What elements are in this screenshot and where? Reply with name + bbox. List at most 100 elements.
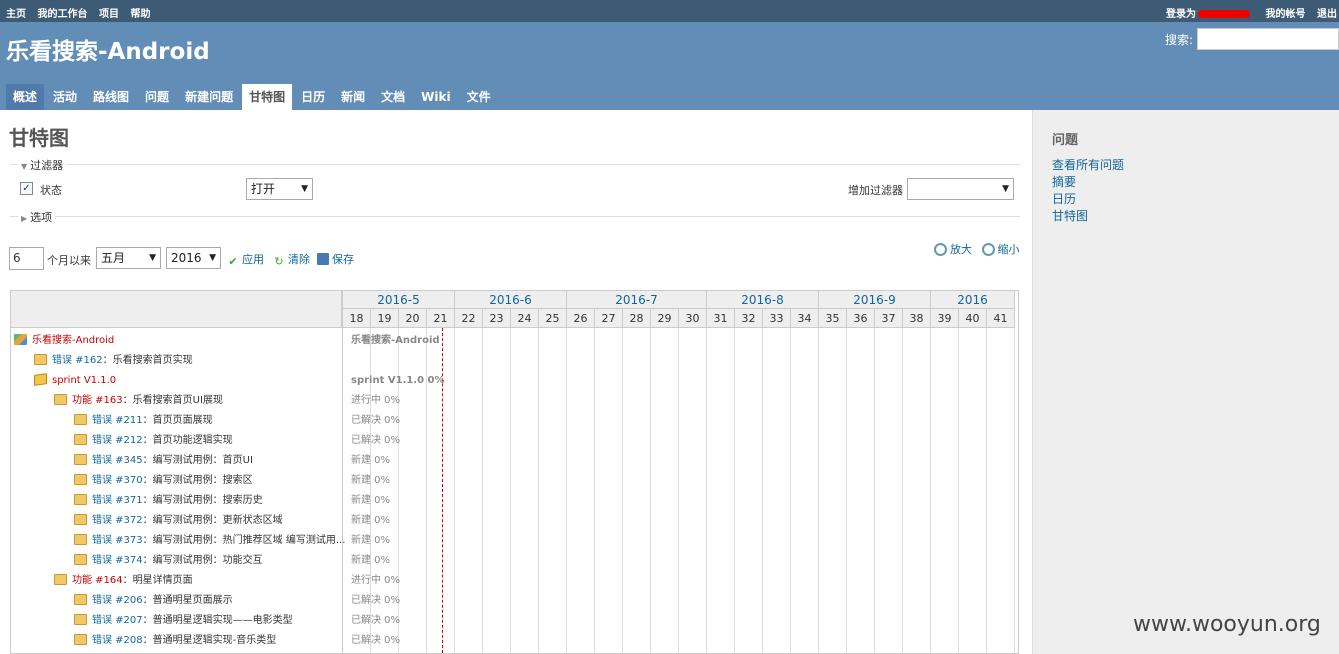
- issue-link[interactable]: 功能 #164: [72, 575, 123, 586]
- top-link-home[interactable]: 主页: [6, 9, 26, 20]
- top-link-logout[interactable]: 退出: [1317, 9, 1337, 20]
- gantt-chart: 乐看搜索-Android 错误 #162 ： 乐看搜索首页实现 sprint V1.1.…: [10, 290, 1019, 654]
- tab-roadmap[interactable]: 路线图: [86, 84, 136, 110]
- dropdown-arrow-icon: ▼: [1002, 184, 1009, 194]
- tab-new-issue[interactable]: 新建问题: [178, 84, 240, 110]
- gantt-bar-label: 新建 0%: [351, 495, 391, 506]
- month-select[interactable]: 五月 ▼: [96, 247, 161, 269]
- week-gridline: [678, 328, 679, 653]
- zoom-out-link[interactable]: 缩小: [981, 243, 1020, 256]
- week-gridline: [846, 328, 847, 653]
- year-select[interactable]: 2016 ▼: [166, 247, 221, 269]
- top-link-my-page[interactable]: 我的工作台: [37, 9, 87, 20]
- separator: ：: [142, 635, 153, 646]
- collapse-triangle-icon: ▶: [21, 214, 28, 223]
- week-header: 41: [987, 309, 1015, 328]
- sidebar-link-all-issues[interactable]: 查看所有问题: [1052, 157, 1124, 174]
- apply-link[interactable]: ✔ 应用: [227, 251, 264, 268]
- ticket-icon: [34, 354, 47, 365]
- separator: ：: [122, 575, 133, 586]
- issue-link[interactable]: 错误 #207: [92, 615, 143, 626]
- issue-subject: 乐看搜索首页实现: [112, 355, 193, 366]
- week-gridline: [538, 328, 539, 653]
- project-link[interactable]: 乐看搜索-Android: [32, 335, 114, 346]
- status-operator-select[interactable]: 打开 ▼: [246, 178, 313, 200]
- issue-link[interactable]: 错误 #374: [92, 555, 143, 566]
- filters-legend-text: 过滤器: [30, 159, 64, 172]
- issue-link[interactable]: 错误 #345: [92, 455, 143, 466]
- clear-label: 清除: [288, 253, 310, 266]
- apply-label: 应用: [242, 253, 264, 266]
- sidebar-link-gantt[interactable]: 甘特图: [1052, 208, 1124, 225]
- issue-link[interactable]: 错误 #370: [92, 475, 143, 486]
- week-gridline: [818, 328, 819, 653]
- tab-issues[interactable]: 问题: [138, 84, 176, 110]
- months-input[interactable]: 6: [9, 247, 44, 270]
- issue-link[interactable]: 错误 #162: [52, 355, 103, 366]
- top-link-help[interactable]: 帮助: [130, 9, 150, 20]
- add-filter-select[interactable]: ▼: [907, 178, 1014, 200]
- sidebar-link-summary[interactable]: 摘要: [1052, 174, 1124, 191]
- tab-news[interactable]: 新闻: [334, 84, 372, 110]
- week-gridline: [482, 328, 483, 653]
- top-link-projects[interactable]: 项目: [99, 9, 119, 20]
- tab-calendar[interactable]: 日历: [294, 84, 332, 110]
- separator: ：: [142, 455, 153, 466]
- issue-link[interactable]: 错误 #373: [92, 535, 143, 546]
- save-link[interactable]: 保存: [317, 251, 354, 267]
- version-link[interactable]: sprint V1.1.0: [52, 375, 116, 386]
- gantt-bar-label: 新建 0%: [351, 535, 391, 546]
- tab-overview[interactable]: 概述: [6, 84, 45, 110]
- search-input[interactable]: [1197, 28, 1339, 50]
- issue-subject: 普通明星逻辑实现-音乐类型: [152, 635, 277, 646]
- gantt-issue-row: 错误 #372：编写测试用例：更新状态区域: [74, 511, 283, 531]
- tab-gantt[interactable]: 甘特图: [242, 84, 293, 110]
- sidebar-link-calendar[interactable]: 日历: [1052, 191, 1124, 208]
- filters-legend[interactable]: ▼ 过滤器: [18, 157, 67, 173]
- clear-link[interactable]: ↻ 清除: [273, 251, 310, 268]
- zoom-in-icon: [934, 243, 947, 256]
- issue-subject: 普通明星页面展示: [152, 595, 233, 606]
- issue-link[interactable]: 错误 #211: [92, 415, 143, 426]
- gantt-subjects: 乐看搜索-Android 错误 #162 ： 乐看搜索首页实现 sprint V1.1.…: [11, 291, 345, 653]
- gantt-bar-label: 进行中 0%: [351, 575, 401, 586]
- issue-link[interactable]: 错误 #206: [92, 595, 143, 606]
- month-header: 2016-8: [707, 291, 819, 309]
- gantt-bar-label: 新建 0%: [351, 475, 391, 486]
- separator: ：: [142, 415, 153, 426]
- quick-search: 搜索:: [1165, 28, 1339, 50]
- gantt-bar-label: 新建 0%: [351, 515, 391, 526]
- zoom-in-link[interactable]: 放大: [934, 243, 972, 256]
- issue-link[interactable]: 错误 #372: [92, 515, 143, 526]
- week-header: 35: [819, 309, 847, 328]
- separator: ：: [142, 535, 153, 546]
- gantt-timeline: 18 19 20 21 22 23 24 25 26 27 28 29 30 31 32 33 34 35 36 37…: [342, 291, 1018, 653]
- top-menu: 主页 我的工作台 项目 帮助 登录为 我的帐号 退出: [0, 0, 1339, 22]
- sidebar-title: 问题: [1052, 133, 1079, 148]
- gantt-bar-label: 新建 0%: [351, 455, 391, 466]
- tab-files[interactable]: 文件: [460, 84, 498, 110]
- tab-wiki[interactable]: Wiki: [414, 84, 457, 110]
- status-checkbox[interactable]: ✓: [20, 182, 33, 195]
- issue-link[interactable]: 错误 #371: [92, 495, 143, 506]
- issue-link[interactable]: 错误 #212: [92, 435, 143, 446]
- issue-link[interactable]: 错误 #208: [92, 635, 143, 646]
- options-legend[interactable]: ▶ 选项: [18, 209, 56, 225]
- gantt-bar-label: 新建 0%: [351, 555, 391, 566]
- gantt-issue-row: 错误 #370：编写测试用例：搜索区: [74, 471, 253, 491]
- week-gridline: [734, 328, 735, 653]
- gantt-subjects-header: [11, 291, 342, 328]
- status-label: 状态: [40, 184, 62, 197]
- save-label: 保存: [332, 253, 354, 266]
- months-label: 个月以来: [47, 254, 91, 267]
- ticket-icon: [74, 634, 87, 645]
- options-legend-text: 选项: [30, 211, 53, 224]
- issue-link[interactable]: 功能 #163: [72, 395, 123, 406]
- ticket-icon: [54, 394, 67, 405]
- filter-row: ✓ 状态 打开 ▼ 增加过滤器 ▼: [20, 178, 1020, 200]
- top-menu-left: 主页 我的工作台 项目 帮助: [6, 5, 158, 20]
- week-gridline: [930, 328, 931, 653]
- top-link-my-account[interactable]: 我的帐号: [1266, 9, 1306, 20]
- tab-documents[interactable]: 文档: [374, 84, 412, 110]
- tab-activity[interactable]: 活动: [46, 84, 84, 110]
